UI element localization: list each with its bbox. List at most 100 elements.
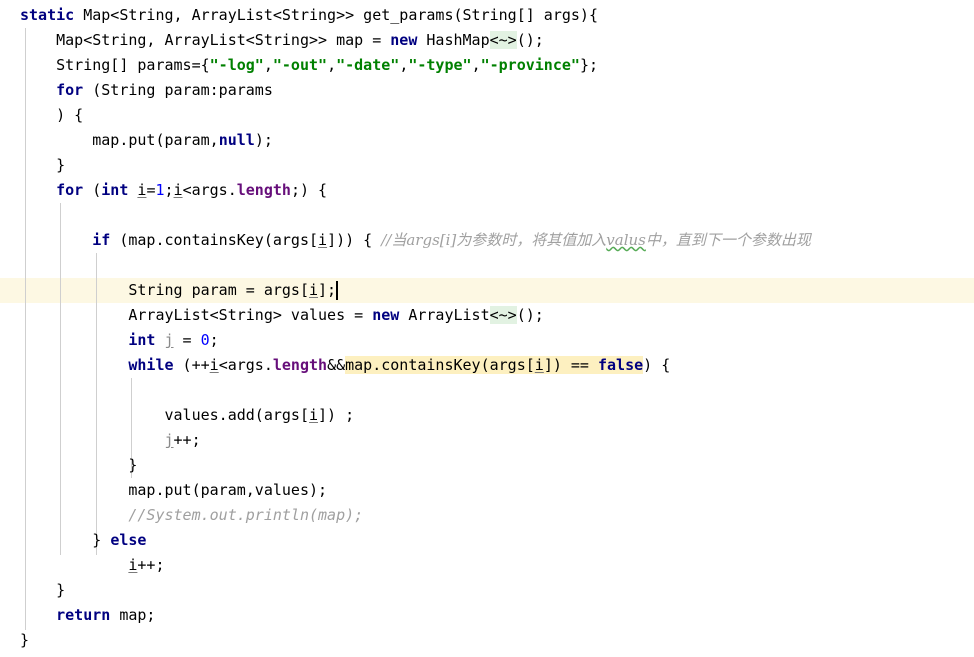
- token-text: (++: [173, 356, 210, 374]
- token-keyword-while: while: [128, 356, 174, 374]
- token-text: values.add(args[: [20, 406, 309, 424]
- code-line-4[interactable]: ) {: [20, 103, 83, 128]
- token-identifier-j-unused: j: [164, 431, 174, 449]
- code-line-13[interactable]: int j = 0;: [20, 328, 219, 353]
- code-line-25[interactable]: }: [20, 628, 29, 653]
- code-line-20[interactable]: //System.out.println(map);: [20, 503, 363, 528]
- code-line-5[interactable]: map.put(param,null);: [20, 128, 273, 153]
- token-identifier-i: i: [209, 356, 219, 374]
- code-line-6[interactable]: }: [20, 153, 65, 178]
- code-line-24[interactable]: return map;: [20, 603, 155, 628]
- token-number: 0: [200, 331, 210, 349]
- token-keyword-int: int: [128, 331, 156, 349]
- token-text: ArrayList: [399, 306, 490, 324]
- token-text: map.put(param,values);: [20, 481, 328, 499]
- token-keyword-false: false: [598, 356, 644, 374]
- token-text: ,: [327, 56, 337, 74]
- code-line-9[interactable]: if (map.containsKey(args[i])) { //当args[…: [20, 228, 811, 253]
- token-text: };: [579, 56, 598, 74]
- token-keyword-null: null: [218, 131, 255, 149]
- token-text: &&: [327, 356, 346, 374]
- token-text: ;: [209, 331, 219, 349]
- token-keyword-int: int: [101, 181, 129, 199]
- token-text: ();: [516, 31, 544, 49]
- code-line-15-blank[interactable]: [20, 378, 29, 403]
- token-keyword-for: for: [56, 81, 84, 99]
- token-text: ) {: [20, 106, 84, 124]
- token-text: ,: [471, 56, 481, 74]
- token-string-out: "-out": [272, 56, 328, 74]
- token-string-province: "-province": [480, 56, 580, 74]
- token-string-date: "-date": [336, 56, 400, 74]
- token-number: 1: [155, 181, 165, 199]
- token-text: (String param:params: [83, 81, 273, 99]
- token-text: Map<String, ArrayList<String>> get_param…: [74, 6, 598, 24]
- token-text: ,: [263, 56, 273, 74]
- token-identifier-i: i: [534, 356, 544, 374]
- code-line-1[interactable]: Map<String, ArrayList<String>> map = new…: [20, 28, 544, 53]
- token-text: <args.: [218, 356, 273, 374]
- code-line-22[interactable]: i++;: [20, 553, 165, 578]
- code-line-14[interactable]: while (++i<args.length&&map.containsKey(…: [20, 353, 670, 378]
- token-string-log: "-log": [209, 56, 264, 74]
- code-line-0[interactable]: static Map<String, ArrayList<String>> ge…: [20, 3, 598, 28]
- code-line-3[interactable]: for (String param:params: [20, 78, 273, 103]
- token-text: ])) {: [327, 231, 382, 249]
- code-line-19[interactable]: map.put(param,values);: [20, 478, 327, 503]
- token-identifier-j-unused: j: [164, 331, 174, 349]
- inline-comment: //当args[i]为参数时，将其值加入valus中，直到下一个参数出现: [381, 231, 811, 249]
- commented-out-code: //System.out.println(map);: [128, 506, 364, 524]
- token-text: ++;: [137, 556, 165, 574]
- token-identifier-i: i: [308, 406, 319, 424]
- code-line-11[interactable]: String param = args[i];: [20, 278, 336, 303]
- token-text: ,: [399, 56, 409, 74]
- token-field-length: length: [236, 181, 291, 199]
- token-text: HashMap: [417, 31, 490, 49]
- token-text: }: [20, 456, 138, 474]
- token-text: String param = args[: [20, 281, 309, 299]
- code-editor[interactable]: static Map<String, ArrayList<String>> ge…: [0, 0, 974, 657]
- token-keyword-static: static: [20, 6, 75, 24]
- token-text: ArrayList<String> values =: [20, 306, 373, 324]
- token-identifier-i: i: [173, 181, 183, 199]
- token-text: (: [83, 181, 102, 199]
- code-line-21[interactable]: } else: [20, 528, 146, 553]
- code-line-2[interactable]: String[] params={"-log","-out","-date","…: [20, 53, 598, 78]
- token-string-type: "-type": [408, 56, 472, 74]
- token-text: <args.: [182, 181, 237, 199]
- token-text: ++;: [173, 431, 201, 449]
- token-text: Map<String, ArrayList<String>> map =: [20, 31, 391, 49]
- code-line-10-blank[interactable]: [20, 253, 29, 278]
- token-text: ]) ;: [318, 406, 355, 424]
- code-line-18[interactable]: }: [20, 453, 137, 478]
- comment-typo-word: valus: [606, 231, 646, 249]
- code-line-12[interactable]: ArrayList<String> values = new ArrayList…: [20, 303, 544, 328]
- token-keyword-return: return: [56, 606, 111, 624]
- token-keyword-else: else: [110, 531, 147, 549]
- token-text: =: [173, 331, 201, 349]
- token-text: }: [20, 156, 66, 174]
- code-line-17[interactable]: j++;: [20, 428, 201, 453]
- token-text: }: [20, 631, 30, 649]
- folded-generics-marker[interactable]: <~>: [489, 31, 517, 49]
- token-text: map;: [110, 606, 156, 624]
- code-line-7[interactable]: for (int i=1;i<args.length;) {: [20, 178, 327, 203]
- token-text: (map.containsKey(args[: [110, 231, 319, 249]
- code-line-23[interactable]: }: [20, 578, 65, 603]
- code-line-8-blank[interactable]: [20, 203, 29, 228]
- folded-generics-marker[interactable]: <~>: [489, 306, 517, 324]
- token-text: }: [20, 581, 66, 599]
- token-text: map.put(param,: [20, 131, 219, 149]
- code-line-16[interactable]: values.add(args[i]) ;: [20, 403, 354, 428]
- token-text: ;) {: [290, 181, 328, 199]
- token-text: ();: [516, 306, 544, 324]
- token-identifier-i: i: [308, 281, 319, 299]
